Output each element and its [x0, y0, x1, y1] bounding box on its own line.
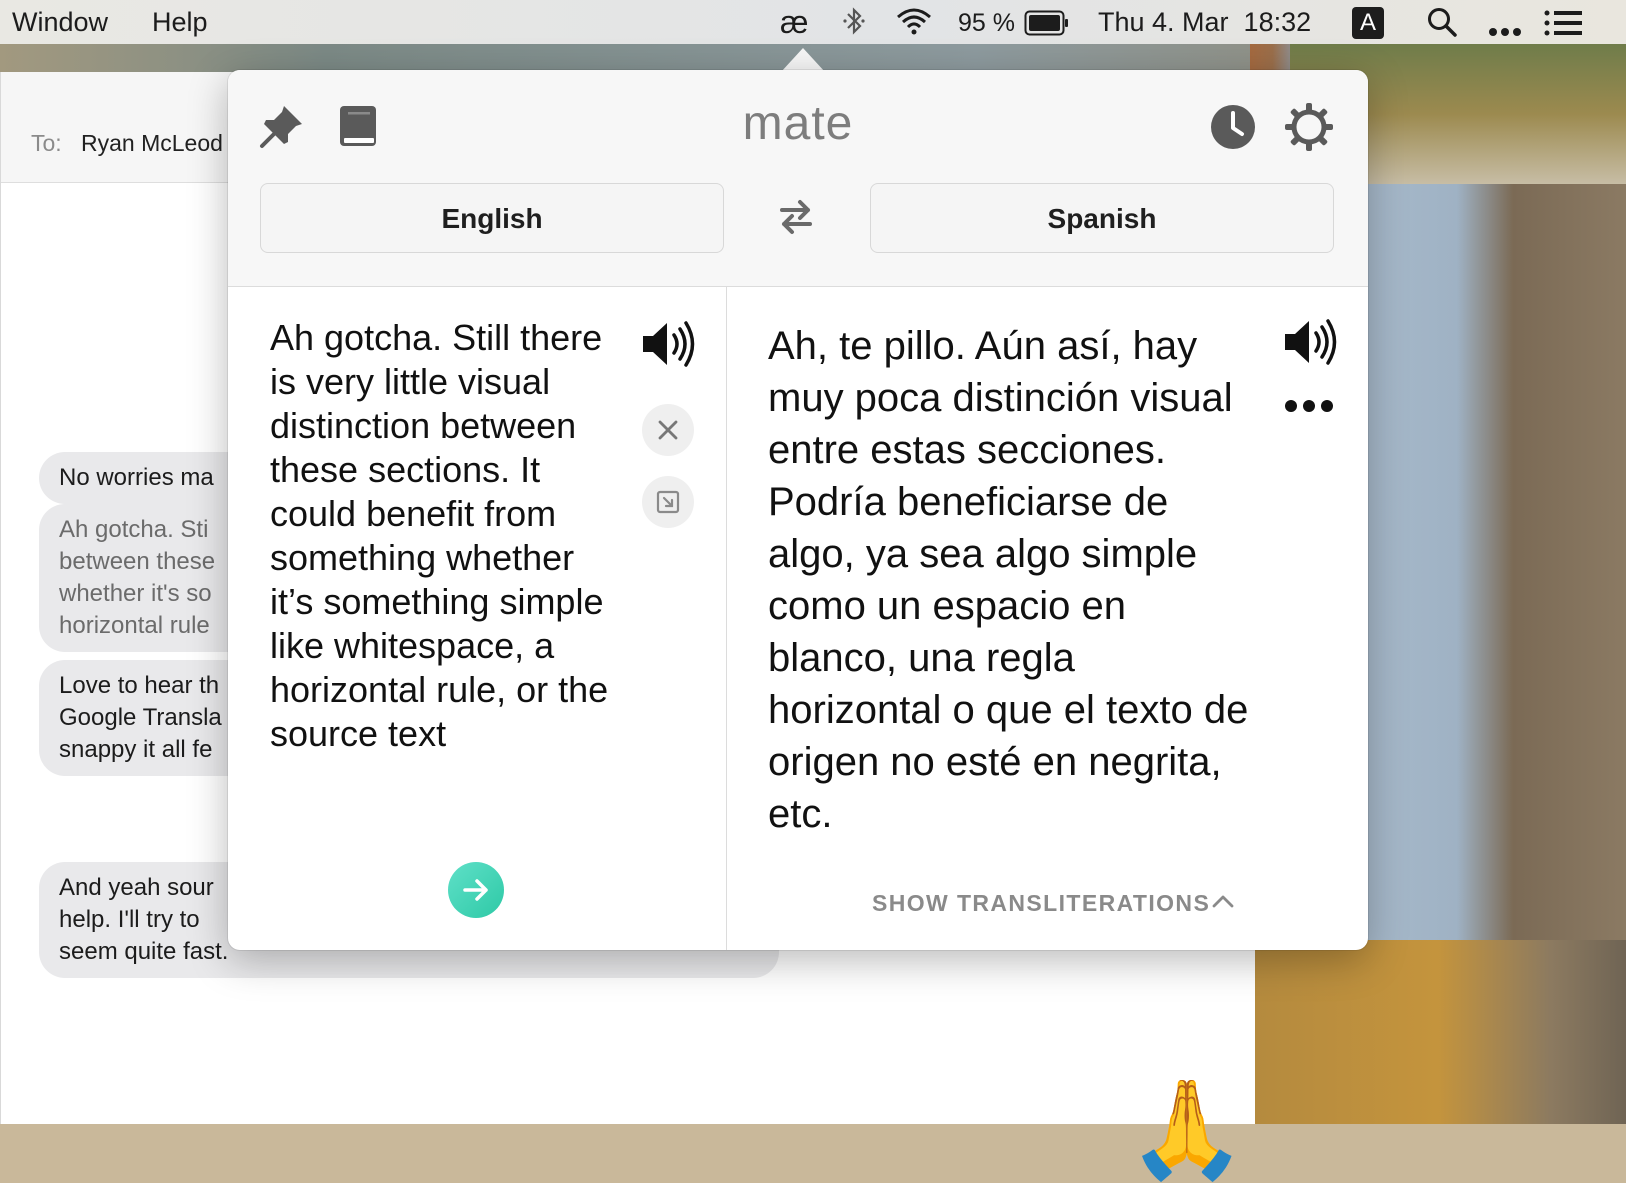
- pane-divider: [726, 286, 727, 950]
- wallpaper-ground: [1250, 940, 1626, 1124]
- target-language-button[interactable]: Spanish: [870, 183, 1334, 253]
- wifi-icon[interactable]: [894, 6, 934, 43]
- close-icon: [658, 420, 678, 440]
- more-menu-icon[interactable]: [1488, 14, 1522, 45]
- paste-icon: [656, 490, 680, 514]
- menu-window[interactable]: Window: [12, 7, 108, 38]
- translate-button[interactable]: [448, 862, 504, 918]
- popover-header: mate English Spanish: [228, 70, 1368, 287]
- clear-button[interactable]: [642, 404, 694, 456]
- menu-bar: Window Help æ 95 % Thu 4. Mar 18:32 A: [0, 0, 1626, 45]
- speaker-icon[interactable]: [1282, 316, 1338, 373]
- input-source-icon[interactable]: A: [1352, 7, 1384, 39]
- source-language-button[interactable]: English: [260, 183, 724, 253]
- source-text-input[interactable]: Ah gotcha. Still there is very little vi…: [270, 316, 610, 916]
- clock-icon[interactable]: [1210, 104, 1256, 155]
- chevron-up-icon[interactable]: [1212, 894, 1234, 913]
- paste-button[interactable]: [642, 476, 694, 528]
- bluetooth-icon[interactable]: [842, 6, 866, 43]
- recipient-name[interactable]: Ryan McLeod: [81, 130, 223, 157]
- battery-icon[interactable]: [1024, 10, 1070, 43]
- battery-percent: 95 %: [958, 9, 1015, 37]
- gear-icon[interactable]: [1284, 102, 1334, 157]
- show-transliterations-button[interactable]: SHOW TRANSLITERATIONS: [872, 890, 1210, 917]
- emoji-message[interactable]: 🙏: [1127, 1080, 1247, 1180]
- search-icon[interactable]: [1426, 6, 1458, 45]
- notification-center-icon[interactable]: [1544, 9, 1582, 44]
- speaker-icon[interactable]: [640, 318, 696, 375]
- arrow-right-icon: [463, 879, 488, 901]
- translation-text[interactable]: Ah, te pillo. Aún así, hay muy poca dist…: [768, 320, 1258, 840]
- more-icon[interactable]: [1284, 398, 1334, 419]
- mate-status-icon[interactable]: æ: [780, 4, 808, 41]
- app-title: mate: [742, 97, 854, 150]
- mate-popover: mate English Spanish Ah gotcha. Still th…: [228, 70, 1368, 950]
- menu-help[interactable]: Help: [152, 7, 208, 38]
- to-label: To:: [31, 130, 62, 156]
- popover-arrow: [781, 48, 825, 72]
- clock-text[interactable]: Thu 4. Mar 18:32: [1098, 7, 1311, 38]
- swap-icon[interactable]: [776, 196, 816, 243]
